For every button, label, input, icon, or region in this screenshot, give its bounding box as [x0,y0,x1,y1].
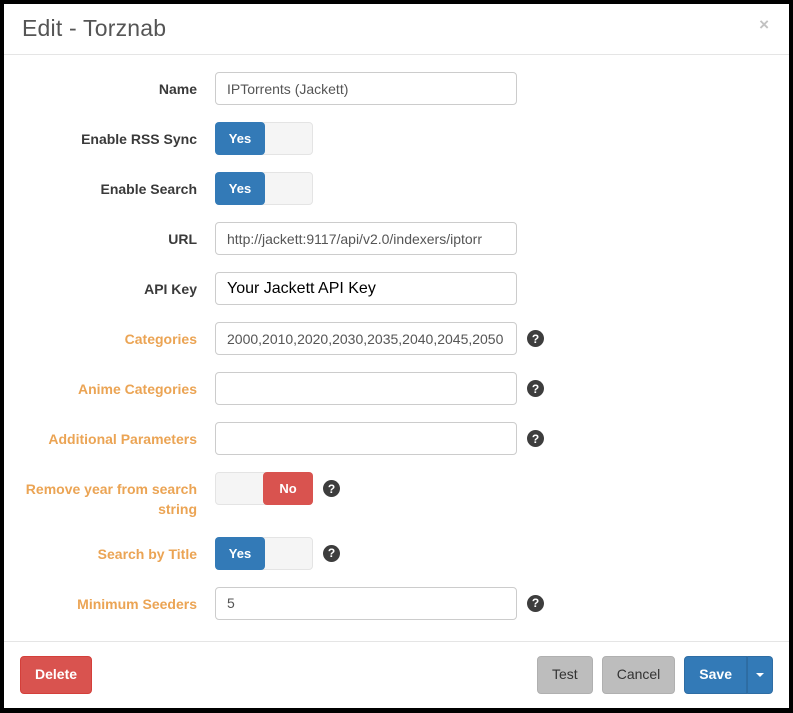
remove-year-toggle[interactable]: No [215,472,313,505]
anime-categories-label: Anime Categories [20,372,215,399]
save-dropdown-button[interactable] [747,656,773,694]
enable-search-label: Enable Search [20,172,215,199]
close-icon[interactable]: × [759,16,769,33]
additional-parameters-label: Additional Parameters [20,422,215,449]
save-button[interactable]: Save [684,656,747,694]
help-icon[interactable]: ? [527,330,544,347]
api-key-input[interactable] [215,272,517,305]
enable-rss-sync-control: Yes [215,122,313,155]
modal-body: Name Enable RSS Sync Yes Enable Search Y… [4,55,789,641]
help-icon[interactable]: ? [323,545,340,562]
additional-parameters-input[interactable] [215,422,517,455]
categories-label: Categories [20,322,215,349]
enable-search-toggle[interactable]: Yes [215,172,313,205]
edit-torznab-modal: Edit - Torznab × Name Enable RSS Sync Ye… [0,0,793,713]
api-key-control [215,272,517,305]
form-row-api-key: API Key [20,272,774,305]
search-by-title-toggle[interactable]: Yes [215,537,313,570]
categories-control: ? [215,322,544,355]
form-row-enable-rss-sync: Enable RSS Sync Yes [20,122,774,155]
caret-down-icon [756,673,764,677]
minimum-seeders-control: ? [215,587,544,620]
minimum-seeders-input[interactable] [215,587,517,620]
form-row-name: Name [20,72,774,105]
form-row-anime-categories: Anime Categories ? [20,372,774,405]
anime-categories-control: ? [215,372,544,405]
enable-search-control: Yes [215,172,313,205]
modal-header: Edit - Torznab × [4,4,789,55]
toggle-knob-label: No [263,472,313,505]
additional-parameters-control: ? [215,422,544,455]
categories-input[interactable] [215,322,517,355]
save-button-group: Save [684,656,773,694]
name-label: Name [20,72,215,99]
anime-categories-input[interactable] [215,372,517,405]
cancel-button[interactable]: Cancel [602,656,676,694]
help-icon[interactable]: ? [323,480,340,497]
remove-year-control: No ? [215,472,340,505]
form-row-minimum-seeders: Minimum Seeders ? [20,587,774,620]
form-row-additional-parameters: Additional Parameters ? [20,422,774,455]
form-row-remove-year: Remove year from search string No ? [20,472,774,520]
modal-footer: Delete Test Cancel Save [4,641,789,708]
name-control [215,72,517,105]
enable-rss-sync-label: Enable RSS Sync [20,122,215,149]
delete-button[interactable]: Delete [20,656,92,694]
name-input[interactable] [215,72,517,105]
form-row-enable-search: Enable Search Yes [20,172,774,205]
url-control [215,222,517,255]
help-icon[interactable]: ? [527,595,544,612]
form-row-categories: Categories ? [20,322,774,355]
test-button[interactable]: Test [537,656,593,694]
url-label: URL [20,222,215,249]
toggle-knob-label: Yes [215,537,265,570]
form-row-url: URL [20,222,774,255]
enable-rss-sync-toggle[interactable]: Yes [215,122,313,155]
modal-title: Edit - Torznab [22,15,771,42]
minimum-seeders-label: Minimum Seeders [20,587,215,614]
search-by-title-control: Yes ? [215,537,340,570]
remove-year-label: Remove year from search string [20,472,215,520]
toggle-knob-label: Yes [215,122,265,155]
toggle-knob-label: Yes [215,172,265,205]
form-row-search-by-title: Search by Title Yes ? [20,537,774,570]
url-input[interactable] [215,222,517,255]
help-icon[interactable]: ? [527,430,544,447]
help-icon[interactable]: ? [527,380,544,397]
search-by-title-label: Search by Title [20,537,215,564]
api-key-label: API Key [20,272,215,299]
